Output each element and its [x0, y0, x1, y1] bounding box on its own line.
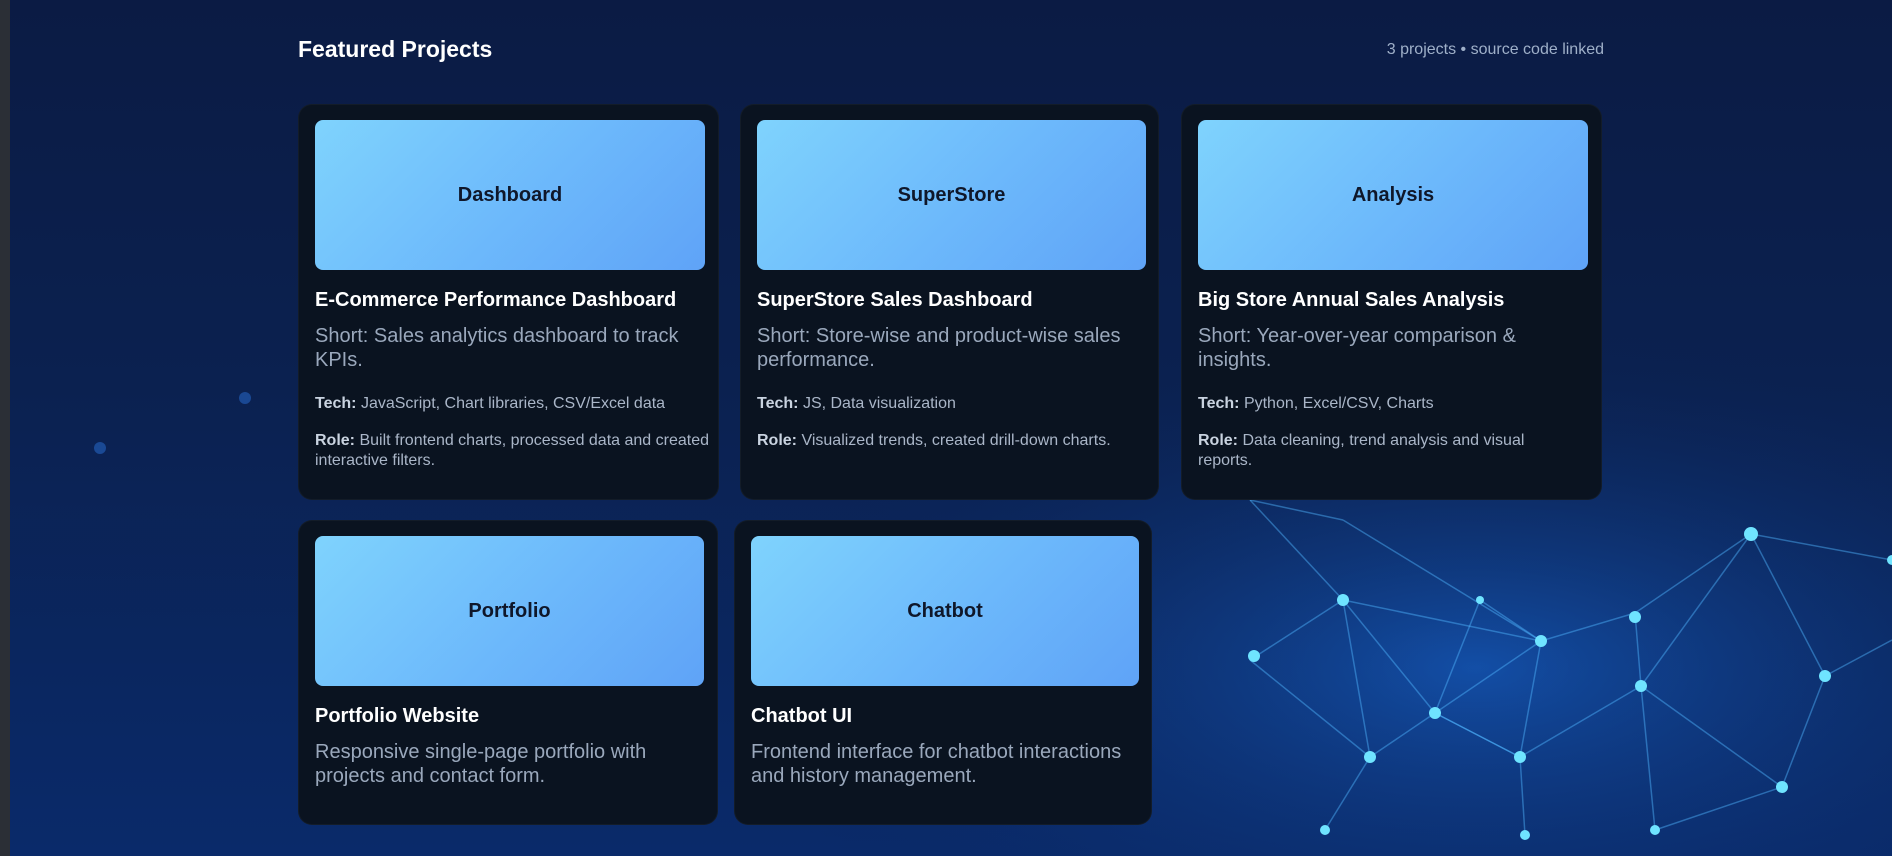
- thumbnail-label: Analysis: [1351, 183, 1435, 206]
- role-label: Role:: [757, 432, 797, 449]
- project-title[interactable]: SuperStore Sales Dashboard: [757, 289, 1033, 312]
- project-tech: Tech: JavaScript, Chart libraries, CSV/E…: [315, 394, 710, 414]
- thumbnail-label: Chatbot: [907, 599, 983, 622]
- role-value: Visualized trends, created drill-down ch…: [801, 432, 1111, 449]
- project-tech: Tech: JS, Data visualization: [757, 394, 1147, 414]
- tech-value: Python, Excel/CSV, Charts: [1243, 395, 1434, 412]
- project-card-superstore[interactable]: SuperStore SuperStore Sales Dashboard Sh…: [740, 104, 1159, 500]
- tech-label: Tech:: [757, 395, 799, 412]
- project-role: Role: Built frontend charts, processed d…: [315, 431, 710, 471]
- tech-value: JS, Data visualization: [802, 395, 956, 412]
- tech-label: Tech:: [1198, 395, 1240, 412]
- project-title[interactable]: Portfolio Website: [315, 705, 479, 728]
- role-label: Role:: [1198, 432, 1238, 449]
- project-role: Role: Visualized trends, created drill-d…: [757, 431, 1152, 451]
- project-thumbnail[interactable]: Portfolio: [315, 536, 704, 686]
- thumbnail-label: Portfolio: [468, 599, 551, 622]
- project-card-portfolio[interactable]: Portfolio Portfolio Website Responsive s…: [298, 520, 718, 825]
- project-card-chatbot[interactable]: Chatbot Chatbot UI Frontend interface fo…: [734, 520, 1152, 825]
- project-short: Responsive single-page portfolio with pr…: [315, 741, 647, 787]
- project-short: Short: Year-over-year comparison & insig…: [1198, 325, 1516, 371]
- project-role: Role: Data cleaning, trend analysis and …: [1198, 431, 1578, 471]
- project-title[interactable]: E-Commerce Performance Dashboard: [315, 289, 676, 312]
- project-thumbnail[interactable]: Analysis: [1198, 120, 1588, 270]
- project-short: Frontend interface for chatbot interacti…: [751, 741, 1122, 787]
- thumbnail-label: SuperStore: [897, 183, 1006, 206]
- role-label: Role:: [315, 432, 355, 449]
- project-short: Short: Sales analytics dashboard to trac…: [315, 325, 679, 371]
- project-tech: Tech: Python, Excel/CSV, Charts: [1198, 394, 1588, 414]
- section-meta: 3 projects • source code linked: [1386, 41, 1604, 58]
- thumbnail-label: Dashboard: [457, 183, 563, 206]
- project-title[interactable]: Chatbot UI: [751, 705, 852, 728]
- project-title[interactable]: Big Store Annual Sales Analysis: [1198, 289, 1504, 312]
- project-card-analysis[interactable]: Analysis Big Store Annual Sales Analysis…: [1181, 104, 1602, 500]
- role-value: Data cleaning, trend analysis and visual…: [1198, 432, 1525, 469]
- section-title: Featured Projects: [298, 36, 493, 62]
- project-thumbnail[interactable]: Chatbot: [751, 536, 1139, 686]
- projects-section: Featured Projects 3 projects • source co…: [298, 0, 1604, 856]
- project-thumbnail[interactable]: Dashboard: [315, 120, 705, 270]
- role-value: Built frontend charts, processed data an…: [315, 432, 709, 469]
- tech-value: JavaScript, Chart libraries, CSV/Excel d…: [360, 395, 666, 412]
- project-short: Short: Store-wise and product-wise sales…: [757, 325, 1121, 371]
- tech-label: Tech:: [315, 395, 357, 412]
- project-card-dashboard[interactable]: Dashboard E-Commerce Performance Dashboa…: [298, 104, 719, 500]
- project-thumbnail[interactable]: SuperStore: [757, 120, 1146, 270]
